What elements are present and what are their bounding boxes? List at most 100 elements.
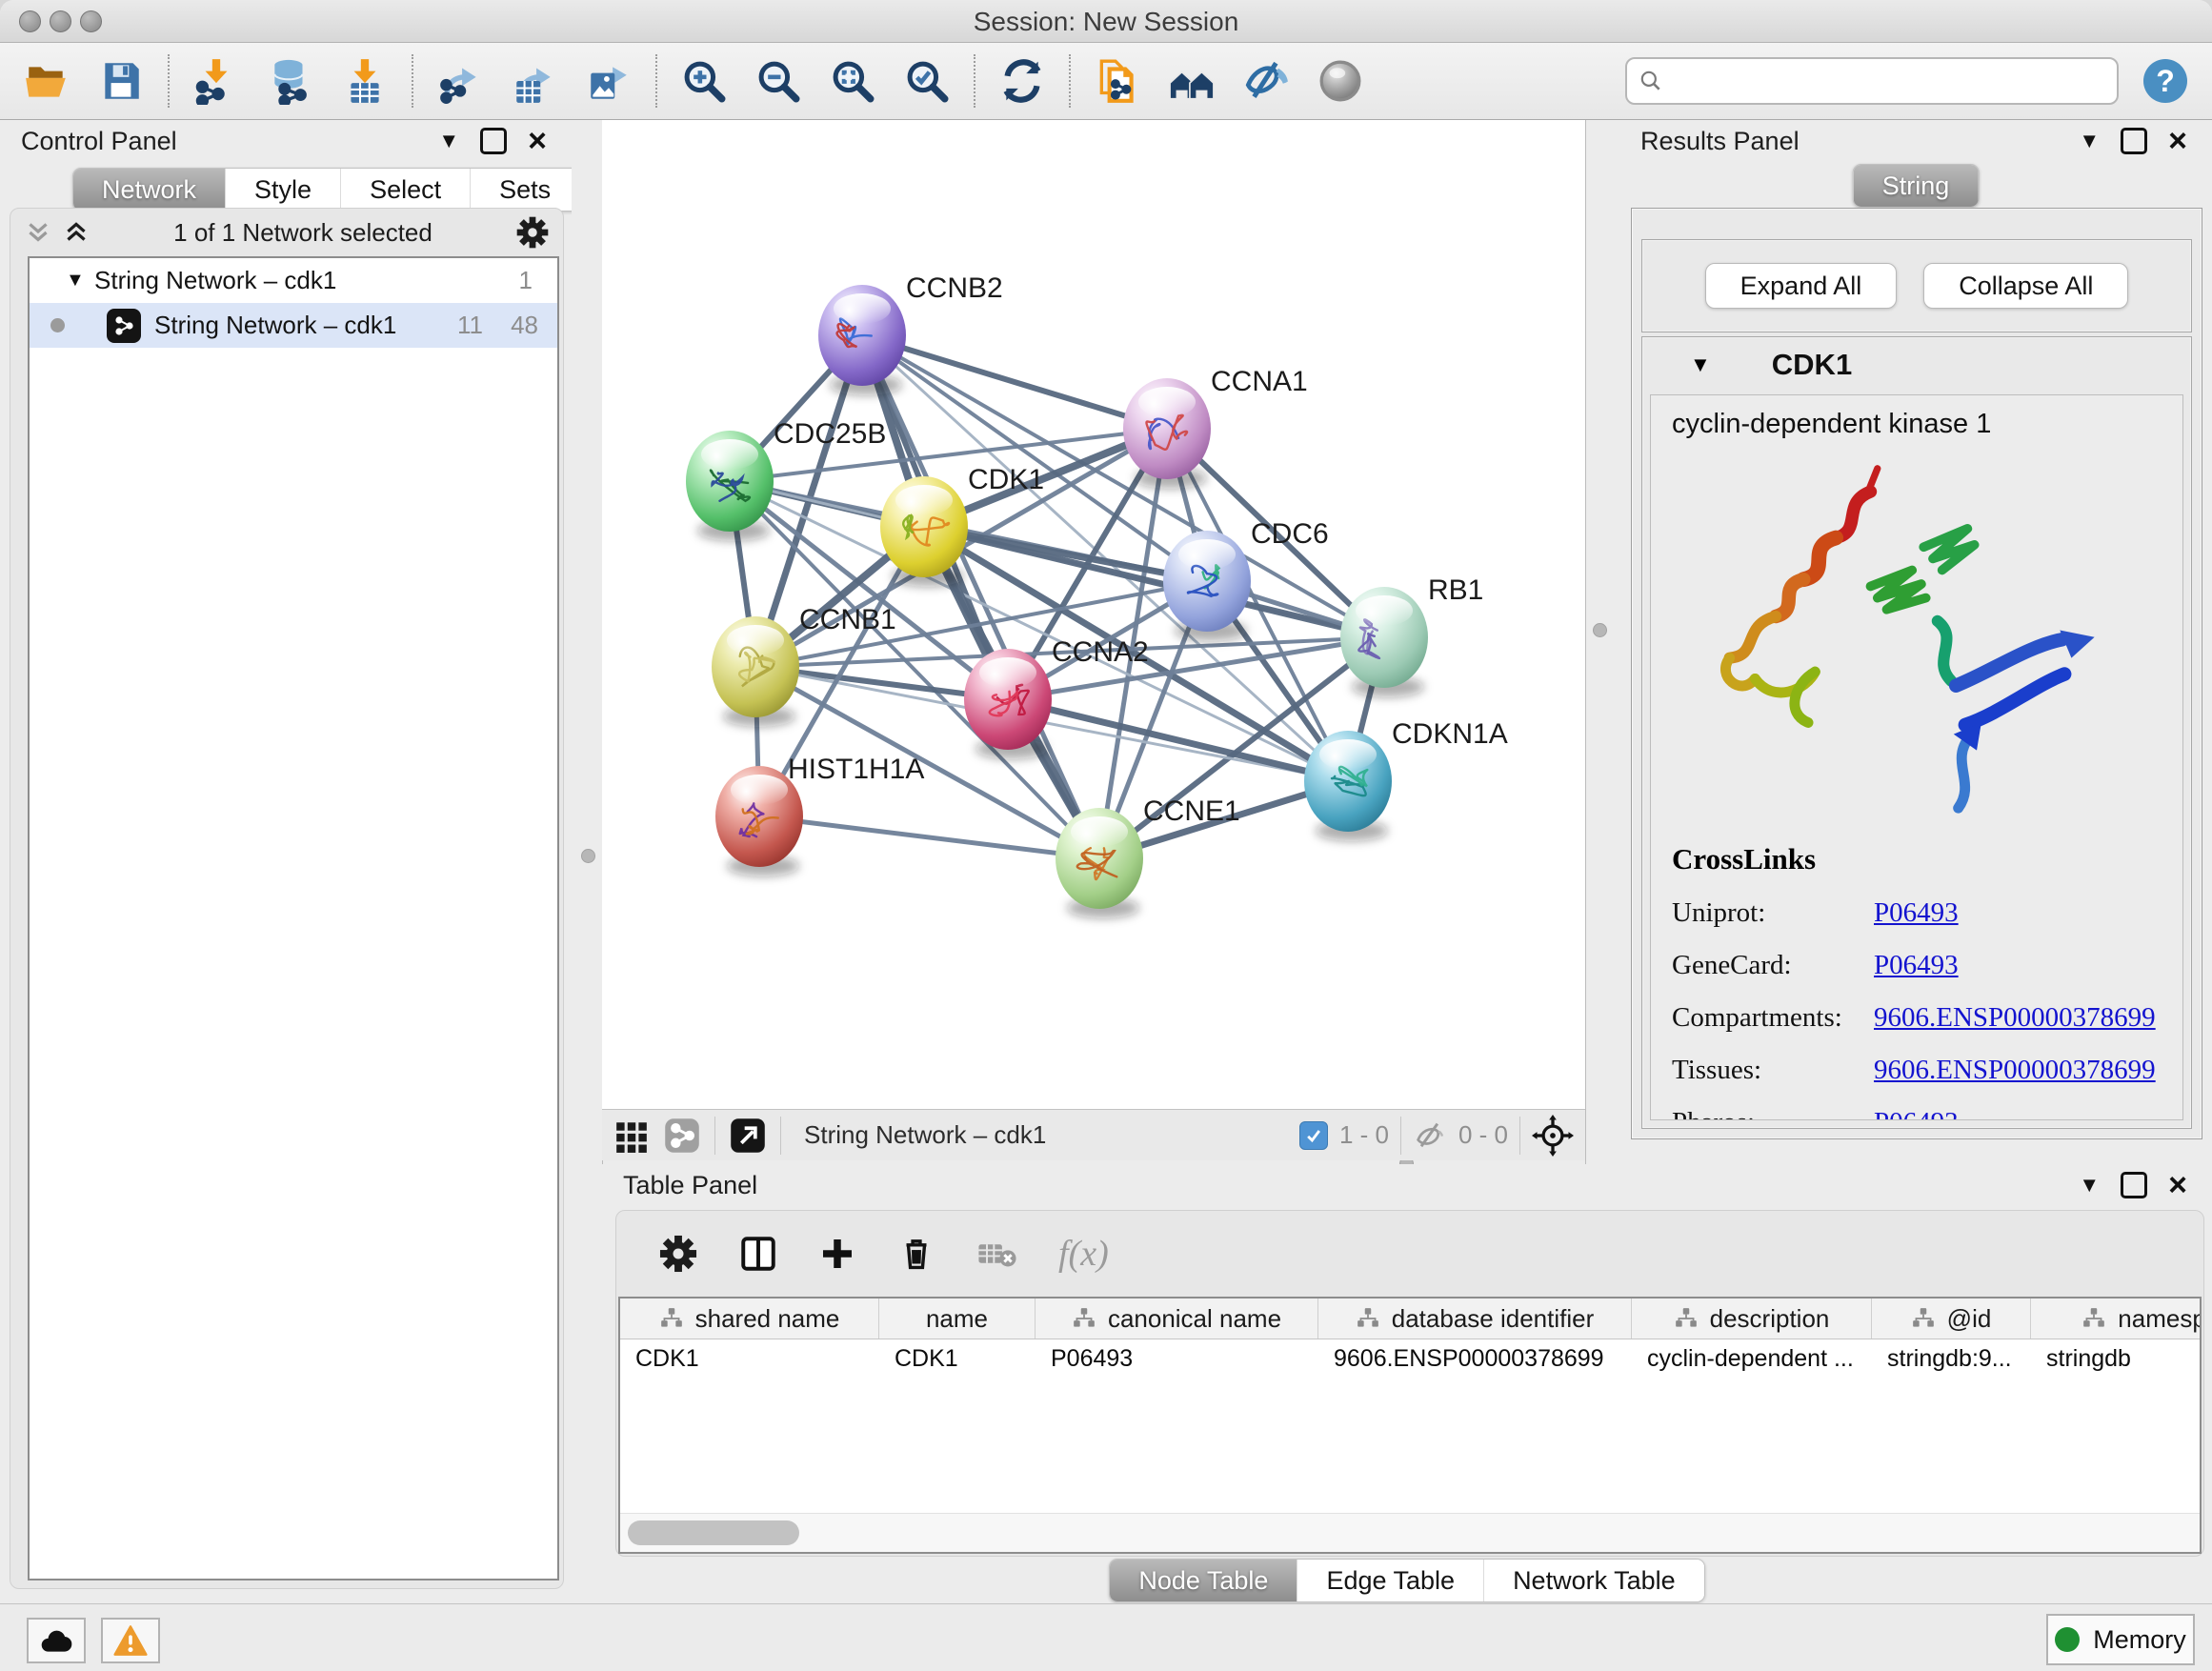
column-header-@id[interactable]: @id xyxy=(1872,1299,2031,1339)
network-node-cdkn1a[interactable] xyxy=(1304,731,1392,841)
panel-float-icon[interactable] xyxy=(2121,1172,2147,1198)
expand-all-networks-icon[interactable] xyxy=(62,218,90,247)
export-image-button[interactable] xyxy=(583,55,634,107)
table-cell[interactable]: 9606.ENSP00000378699 xyxy=(1318,1339,1632,1379)
tab-network[interactable]: Network xyxy=(73,169,226,211)
tab-network-table[interactable]: Network Table xyxy=(1484,1560,1704,1601)
panel-close-icon[interactable]: × xyxy=(528,131,547,151)
column-header-shared-name[interactable]: shared name xyxy=(620,1299,879,1339)
delete-table-icon xyxy=(976,1233,1018,1275)
help-button[interactable]: ? xyxy=(2143,59,2187,103)
houses-icon xyxy=(1168,57,1216,105)
panel-menu-caret-icon[interactable]: ▼ xyxy=(2079,129,2100,153)
tab-node-table[interactable]: Node Table xyxy=(1110,1560,1297,1601)
network-view-share-button[interactable] xyxy=(663,1117,701,1155)
tab-edge-table[interactable]: Edge Table xyxy=(1297,1560,1484,1601)
tab-string[interactable]: String xyxy=(1854,165,1979,207)
crosslink-link[interactable]: 9606.ENSP00000378699 xyxy=(1874,1002,2156,1034)
show-columns-icon[interactable] xyxy=(738,1234,778,1274)
search-field[interactable] xyxy=(1625,57,2119,105)
table-cell[interactable]: stringdb:9... xyxy=(1872,1339,2031,1379)
create-column-plus-icon[interactable] xyxy=(818,1235,856,1273)
network-node-ccna1[interactable] xyxy=(1123,378,1211,489)
panel-menu-caret-icon[interactable]: ▼ xyxy=(438,129,459,153)
network-node-ccne1[interactable] xyxy=(1056,808,1143,918)
right-splitter-handle[interactable] xyxy=(1593,623,1607,637)
document-share-button[interactable] xyxy=(1092,55,1143,107)
import-network-from-database-button[interactable] xyxy=(265,55,316,107)
panel-close-icon[interactable]: × xyxy=(2168,1175,2187,1196)
column-header-name[interactable]: name xyxy=(879,1299,1036,1339)
table-options-gear-icon[interactable] xyxy=(658,1234,698,1274)
protein-structure-image xyxy=(1693,448,2141,829)
zoom-selected-button[interactable] xyxy=(901,55,953,107)
collapse-all-button[interactable]: Collapse All xyxy=(1923,263,2128,309)
network-node-rb1[interactable] xyxy=(1340,587,1428,697)
import-network-from-file-button[interactable] xyxy=(191,55,242,107)
tab-sets[interactable]: Sets xyxy=(471,169,579,211)
network-canvas[interactable]: CCNB2CCNA1CDC25BCDK1CDC6RB1CCNB1CCNA2CDK… xyxy=(602,120,1585,1109)
table-horizontal-scrollbar[interactable] xyxy=(620,1513,2200,1552)
home-houses-button[interactable] xyxy=(1166,55,1217,107)
show-graphics-details-button[interactable] xyxy=(1240,55,1292,107)
import-table-from-file-button[interactable] xyxy=(339,55,391,107)
right-splitter[interactable] xyxy=(1585,120,1620,1164)
collapse-all-networks-icon[interactable] xyxy=(24,218,52,247)
column-header-canonical-name[interactable]: canonical name xyxy=(1036,1299,1318,1339)
birdseye-view-button[interactable] xyxy=(729,1117,767,1155)
network-node-cdk1[interactable] xyxy=(880,476,968,587)
panel-float-icon[interactable] xyxy=(480,128,507,154)
refresh-icon xyxy=(998,57,1046,105)
table-row[interactable]: CDK1CDK1P064939606.ENSP00000378699cyclin… xyxy=(620,1339,2202,1379)
panel-menu-caret-icon[interactable]: ▼ xyxy=(2079,1173,2100,1198)
network-row[interactable]: String Network – cdk1 11 48 xyxy=(30,303,557,348)
table-cell[interactable]: CDK1 xyxy=(879,1339,1036,1379)
node-table: shared namenamecanonical namedatabase id… xyxy=(618,1297,2202,1554)
tab-style[interactable]: Style xyxy=(226,169,341,211)
selected-nodes-checkbox[interactable] xyxy=(1299,1121,1328,1150)
grid-view-button[interactable] xyxy=(613,1117,650,1154)
column-header-namespace[interactable]: namespace xyxy=(2031,1299,2202,1339)
table-cell[interactable]: stringdb xyxy=(2031,1339,2202,1379)
table-cell[interactable]: cyclin-dependent ... xyxy=(1632,1339,1872,1379)
section-collapse-caret-icon[interactable]: ▼ xyxy=(1690,352,1711,377)
zoom-fit-button[interactable] xyxy=(827,55,878,107)
function-builder-button[interactable]: f(x) xyxy=(1058,1233,1109,1275)
crosslink-link[interactable]: P06493 xyxy=(1874,950,1959,981)
panel-close-icon[interactable]: × xyxy=(2168,131,2187,151)
refresh-view-button[interactable] xyxy=(996,55,1048,107)
delete-column-trash-icon[interactable] xyxy=(896,1234,936,1274)
export-table-button[interactable] xyxy=(509,55,560,107)
network-node-ccnb1[interactable] xyxy=(712,616,799,727)
search-input[interactable] xyxy=(1663,66,2105,97)
zoom-in-button[interactable] xyxy=(678,55,730,107)
network-options-gear-icon[interactable] xyxy=(515,215,550,250)
tree-expand-caret-icon[interactable]: ▼ xyxy=(66,270,94,292)
cloud-status-button[interactable] xyxy=(27,1618,86,1663)
network-collection-row[interactable]: ▼ String Network – cdk1 1 xyxy=(30,258,557,303)
save-session-button[interactable] xyxy=(95,55,147,107)
warnings-button[interactable] xyxy=(101,1618,160,1663)
panel-float-icon[interactable] xyxy=(2121,128,2147,154)
tab-select[interactable]: Select xyxy=(341,169,471,211)
scrollbar-thumb[interactable] xyxy=(628,1520,799,1545)
fit-selected-crosshair-button[interactable] xyxy=(1532,1115,1574,1157)
expand-all-button[interactable]: Expand All xyxy=(1705,263,1898,309)
crosslink-link[interactable]: P06493 xyxy=(1874,1107,1959,1120)
sphere-button[interactable] xyxy=(1315,55,1366,107)
memory-button[interactable]: Memory xyxy=(2046,1614,2195,1665)
open-file-button[interactable] xyxy=(21,55,72,107)
crosslink-link[interactable]: 9606.ENSP00000378699 xyxy=(1874,1055,2156,1086)
zoom-out-button[interactable] xyxy=(753,55,804,107)
left-splitter-handle[interactable] xyxy=(581,849,595,863)
network-node-ccnb2[interactable] xyxy=(818,285,906,395)
column-header-description[interactable]: description xyxy=(1632,1299,1872,1339)
network-node-cdc25b[interactable] xyxy=(686,431,774,541)
crosslink-link[interactable]: P06493 xyxy=(1874,897,1959,929)
network-node-ccna2[interactable] xyxy=(964,649,1052,759)
table-cell[interactable]: CDK1 xyxy=(620,1339,879,1379)
export-network-button[interactable] xyxy=(434,55,486,107)
column-header-database-identifier[interactable]: database identifier xyxy=(1318,1299,1632,1339)
title-bar: Session: New Session xyxy=(0,0,2212,43)
table-cell[interactable]: P06493 xyxy=(1036,1339,1318,1379)
